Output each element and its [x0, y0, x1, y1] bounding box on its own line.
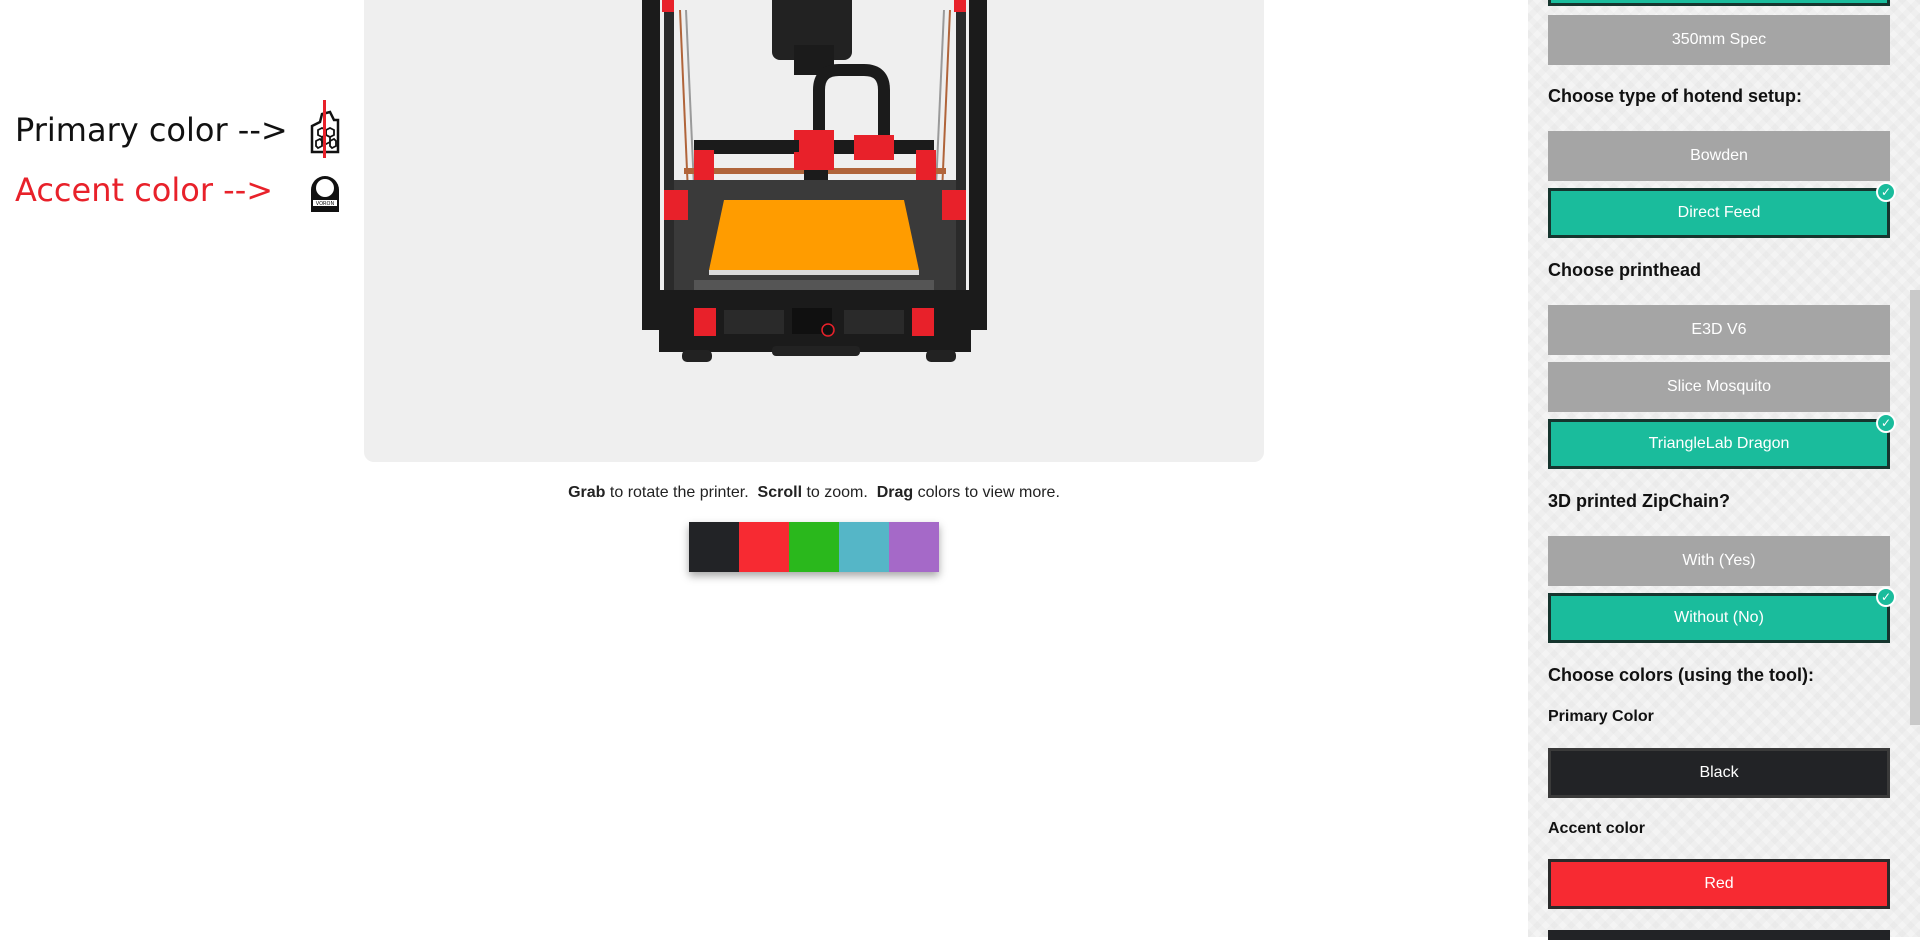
annotation-divider: [323, 100, 326, 158]
accent-color-annotation-label: Accent color -->: [15, 171, 274, 209]
accent-color-button[interactable]: Red: [1548, 859, 1890, 909]
next-option[interactable]: [1548, 930, 1890, 940]
swatch-purple[interactable]: [889, 522, 939, 572]
option-trianglelab-dragon-label: TriangleLab Dragon: [1648, 435, 1790, 452]
check-icon: ✓: [1876, 587, 1896, 607]
check-icon: ✓: [1876, 182, 1896, 202]
hint-drag: Drag: [876, 484, 914, 501]
hint-grab: Grab: [568, 484, 606, 501]
option-zipchain-yes[interactable]: With (Yes): [1548, 536, 1890, 586]
zipchain-heading: 3D printed ZipChain?: [1548, 491, 1730, 511]
hint-scroll: Scroll: [757, 484, 803, 501]
svg-text:VORON: VORON: [316, 201, 335, 207]
printhead-heading: Choose printhead: [1548, 260, 1702, 280]
colors-heading: Choose colors (using the tool):: [1548, 665, 1814, 685]
option-zipchain-no[interactable]: Without (No) ✓: [1548, 587, 1896, 643]
option-bowden[interactable]: Bowden: [1548, 131, 1890, 181]
hint-drag-text: colors to view more.: [913, 484, 1060, 501]
voron-badge-icon: VORON: [305, 170, 340, 214]
hint-scroll-text: to zoom.: [802, 484, 877, 501]
option-e3d-v6[interactable]: E3D V6: [1548, 305, 1890, 355]
printer-3d-viewer[interactable]: [364, 0, 1264, 462]
option-direct-feed-label: Direct Feed: [1677, 204, 1761, 221]
primary-color-annotation-label: Primary color -->: [15, 111, 288, 149]
check-icon: ✓: [1876, 413, 1896, 433]
primary-color-label: Primary Color: [1548, 708, 1654, 725]
swatch-teal[interactable]: [839, 522, 889, 572]
panel-scrollbar[interactable]: [1910, 290, 1920, 725]
option-zipchain-no-label: Without (No): [1674, 609, 1764, 626]
primary-color-annotation: Primary color -->: [15, 110, 342, 154]
hint-grab-text: to rotate the printer.: [605, 484, 758, 501]
printer-render: [642, 0, 987, 362]
color-swatches: [689, 522, 939, 572]
option-350mm-spec[interactable]: 350mm Spec: [1548, 15, 1890, 65]
swatch-green[interactable]: [789, 522, 839, 572]
viewer-hint: Grab to rotate the printer. Scroll to zo…: [364, 484, 1264, 502]
option-direct-feed[interactable]: Direct Feed ✓: [1548, 182, 1896, 238]
swatch-black[interactable]: [689, 522, 739, 572]
option-slice-mosquito[interactable]: Slice Mosquito: [1548, 362, 1890, 412]
option-trianglelab-dragon[interactable]: TriangleLab Dragon ✓: [1548, 413, 1896, 469]
previous-selected-option[interactable]: [1548, 0, 1890, 6]
accent-color-annotation: Accent color --> VORON: [15, 170, 340, 214]
config-panel: 350mm Spec Choose type of hotend setup: …: [1528, 0, 1920, 940]
primary-color-button[interactable]: Black: [1548, 748, 1890, 798]
accent-color-label: Accent color: [1548, 820, 1645, 837]
hotend-heading: Choose type of hotend setup:: [1548, 86, 1802, 106]
swatch-red[interactable]: [739, 522, 789, 572]
